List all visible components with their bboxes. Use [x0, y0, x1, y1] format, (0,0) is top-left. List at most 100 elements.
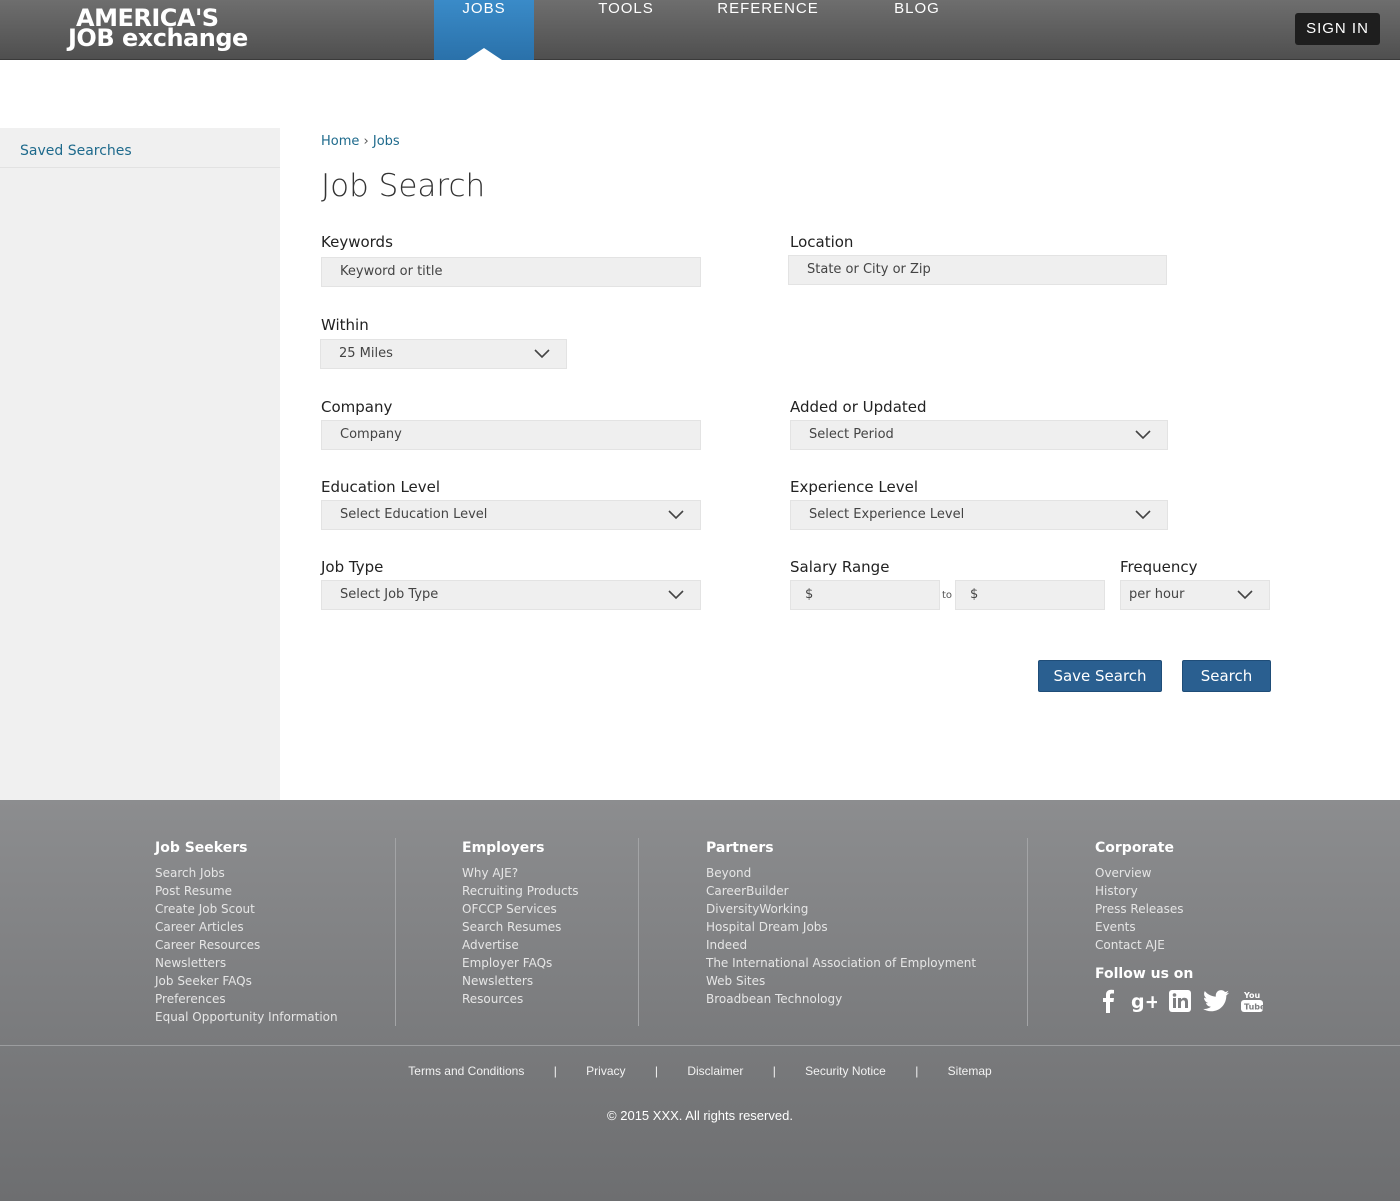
footer-divider — [395, 838, 396, 1026]
sidebar: Saved Searches — [0, 128, 280, 800]
top-header: AMERICA'S JOB exchange JOBS TOOLS REFERE… — [0, 0, 1400, 60]
footer-column-job-seekers: Job Seekers Search Jobs Post Resume Crea… — [155, 840, 338, 1026]
search-button[interactable]: Search — [1182, 660, 1271, 692]
frequency-value: per hour — [1129, 587, 1185, 602]
youtube-icon[interactable]: You Tube — [1239, 988, 1265, 1014]
terms-link[interactable]: Terms and Conditions — [408, 1064, 524, 1078]
added-updated-select[interactable]: Select Period — [790, 420, 1168, 450]
footer-link[interactable]: Web Sites — [706, 972, 976, 990]
education-value: Select Education Level — [340, 507, 488, 522]
page-title: Job Search — [321, 168, 486, 204]
save-search-button[interactable]: Save Search — [1038, 660, 1162, 692]
education-select[interactable]: Select Education Level — [321, 500, 701, 530]
job-type-select[interactable]: Select Job Type — [321, 580, 701, 610]
linkedin-icon[interactable] — [1167, 988, 1193, 1014]
nav-jobs[interactable]: JOBS — [434, 0, 534, 60]
footer-link[interactable]: Create Job Scout — [155, 900, 338, 918]
footer-link[interactable]: Hospital Dream Jobs — [706, 918, 976, 936]
footer-link[interactable]: Search Jobs — [155, 864, 338, 882]
nav-blog[interactable]: BLOG — [884, 0, 950, 60]
nav-tools[interactable]: TOOLS — [586, 0, 666, 60]
footer-heading: Job Seekers — [155, 840, 248, 856]
experience-select[interactable]: Select Experience Level — [790, 500, 1168, 530]
footer-link[interactable]: CareerBuilder — [706, 882, 976, 900]
keywords-label: Keywords — [321, 233, 393, 251]
footer-link[interactable]: Employer FAQs — [462, 954, 579, 972]
footer-link[interactable]: Broadbean Technology — [706, 990, 976, 1008]
site-logo[interactable]: AMERICA'S JOB exchange — [68, 4, 248, 56]
within-select[interactable]: 25 Miles — [320, 339, 567, 369]
footer-link[interactable]: Beyond — [706, 864, 976, 882]
location-label: Location — [790, 233, 854, 251]
job-type-label: Job Type — [321, 558, 384, 576]
facebook-icon[interactable] — [1095, 988, 1121, 1014]
company-input[interactable]: Company — [321, 420, 701, 450]
legal-separator: | — [654, 1064, 658, 1078]
frequency-select[interactable]: per hour — [1120, 580, 1270, 610]
location-input[interactable]: State or City or Zip — [788, 255, 1167, 285]
salary-to-input[interactable]: $ — [955, 580, 1105, 610]
twitter-icon[interactable] — [1203, 988, 1229, 1014]
keywords-input[interactable]: Keyword or title — [321, 257, 701, 287]
legal-separator: | — [915, 1064, 919, 1078]
footer-column-corporate: Corporate Overview History Press Release… — [1095, 840, 1265, 1014]
footer-link[interactable]: Indeed — [706, 936, 976, 954]
nav-reference[interactable]: REFERENCE — [716, 0, 820, 60]
svg-text:Tube: Tube — [1244, 1003, 1264, 1012]
footer-link[interactable]: The International Association of Employm… — [706, 954, 976, 972]
footer-column-partners: Partners Beyond CareerBuilder DiversityW… — [706, 840, 976, 1008]
job-type-value: Select Job Type — [340, 587, 439, 602]
footer-column-employers: Employers Why AJE? Recruiting Products O… — [462, 840, 579, 1008]
footer-link[interactable]: Equal Opportunity Information — [155, 1008, 338, 1026]
breadcrumb-home[interactable]: Home — [321, 134, 359, 149]
footer-link[interactable]: Newsletters — [155, 954, 338, 972]
breadcrumb: Home › Jobs — [321, 134, 400, 149]
sitemap-link[interactable]: Sitemap — [948, 1064, 992, 1078]
sign-in-button[interactable]: SIGN IN — [1295, 13, 1380, 45]
privacy-link[interactable]: Privacy — [586, 1064, 625, 1078]
chevron-down-icon — [534, 349, 550, 359]
footer-link[interactable]: Press Releases — [1095, 900, 1265, 918]
footer-link[interactable]: Events — [1095, 918, 1265, 936]
legal-separator: | — [553, 1064, 557, 1078]
experience-value: Select Experience Level — [809, 507, 965, 522]
education-label: Education Level — [321, 478, 441, 496]
footer-link[interactable]: Career Articles — [155, 918, 338, 936]
footer-link[interactable]: Resources — [462, 990, 579, 1008]
breadcrumb-separator: › — [363, 134, 369, 149]
footer-link[interactable]: Contact AJE — [1095, 936, 1265, 954]
footer-link[interactable]: Why AJE? — [462, 864, 579, 882]
added-updated-label: Added or Updated — [790, 398, 927, 416]
salary-range-label: Salary Range — [790, 558, 890, 576]
footer-heading: Corporate — [1095, 840, 1174, 856]
footer-link[interactable]: Preferences — [155, 990, 338, 1008]
footer-link[interactable]: OFCCP Services — [462, 900, 579, 918]
footer-link[interactable]: Recruiting Products — [462, 882, 579, 900]
company-label: Company — [321, 398, 393, 416]
footer-link[interactable]: Career Resources — [155, 936, 338, 954]
security-notice-link[interactable]: Security Notice — [805, 1064, 886, 1078]
footer-link[interactable]: History — [1095, 882, 1265, 900]
sidebar-item-saved-searches[interactable]: Saved Searches — [0, 128, 280, 168]
footer-link[interactable]: Newsletters — [462, 972, 579, 990]
footer-divider-horizontal — [0, 1045, 1400, 1046]
chevron-down-icon — [668, 590, 684, 600]
footer-link[interactable]: Search Resumes — [462, 918, 579, 936]
google-plus-icon[interactable]: g+ — [1131, 988, 1157, 1014]
breadcrumb-jobs[interactable]: Jobs — [373, 134, 400, 149]
within-label: Within — [321, 316, 369, 334]
footer-divider — [638, 838, 639, 1026]
footer-link[interactable]: Post Resume — [155, 882, 338, 900]
logo-line-2: JOB exchange — [68, 24, 248, 52]
footer-heading: Partners — [706, 840, 774, 856]
footer-link[interactable]: Advertise — [462, 936, 579, 954]
chevron-down-icon — [1135, 430, 1151, 440]
footer-link[interactable]: Overview — [1095, 864, 1265, 882]
footer-link[interactable]: DiversityWorking — [706, 900, 976, 918]
chevron-down-icon — [668, 510, 684, 520]
salary-from-input[interactable]: $ — [790, 580, 940, 610]
chevron-down-icon — [1135, 510, 1151, 520]
chevron-down-icon — [1237, 590, 1253, 600]
disclaimer-link[interactable]: Disclaimer — [687, 1064, 743, 1078]
footer-link[interactable]: Job Seeker FAQs — [155, 972, 338, 990]
